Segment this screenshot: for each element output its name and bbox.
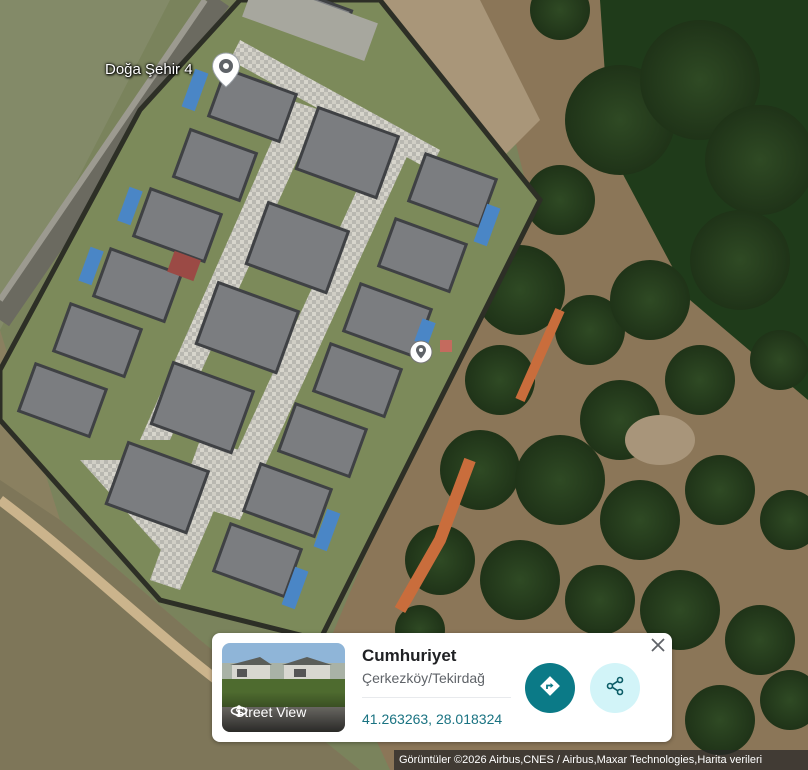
directions-icon [539,675,561,702]
map-pin-icon[interactable] [211,52,241,88]
close-button[interactable] [648,637,668,657]
map-attribution: Görüntüler ©2026 Airbus,CNES / Airbus,Ma… [394,750,808,770]
street-view-label: Street View [230,704,306,720]
dropped-pin-icon[interactable] [409,340,433,368]
share-icon [604,675,626,702]
location-info-card: Street View Cumhuriyet Çerkezköy/Tekirda… [212,633,672,742]
share-button[interactable] [590,663,640,713]
coordinates-link[interactable]: 41.263263, 28.018324 [362,711,502,727]
directions-button[interactable] [525,663,575,713]
card-divider [362,697,511,698]
street-view-thumbnail[interactable]: Street View [222,643,345,732]
place-label[interactable]: Doğa Şehir 4 [105,61,193,78]
place-title: Cumhuriyet [362,646,457,665]
close-icon [651,637,665,657]
place-subtitle: Çerkezköy/Tekirdağ [362,670,485,686]
